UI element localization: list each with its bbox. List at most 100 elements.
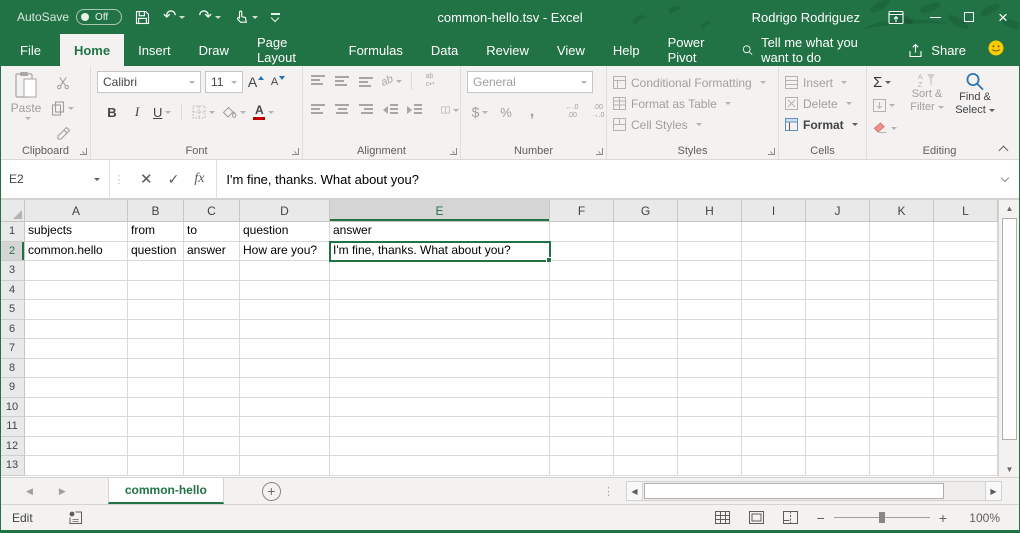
- cell-F5[interactable]: [550, 300, 614, 320]
- cell-L3[interactable]: [934, 261, 998, 281]
- align-right-button[interactable]: [357, 100, 375, 120]
- cell-C6[interactable]: [184, 320, 240, 340]
- cell-C9[interactable]: [184, 378, 240, 398]
- column-header-F[interactable]: F: [550, 200, 614, 222]
- cell-K7[interactable]: [870, 339, 934, 359]
- cell-B10[interactable]: [128, 398, 184, 418]
- merge-dropdown-arrow[interactable]: [453, 109, 459, 112]
- autosave-toggle[interactable]: Off: [76, 9, 122, 25]
- cell-H6[interactable]: [678, 320, 742, 340]
- cell-J8[interactable]: [806, 359, 870, 379]
- cell-J12[interactable]: [806, 437, 870, 457]
- macro-recording-button[interactable]: [69, 511, 82, 524]
- cell-F6[interactable]: [550, 320, 614, 340]
- format-cells-button[interactable]: Format: [785, 114, 862, 135]
- formula-input[interactable]: I'm fine, thanks. What about you?: [217, 160, 990, 198]
- row-header-5[interactable]: 5: [0, 300, 25, 320]
- page-break-preview-button[interactable]: [783, 511, 798, 524]
- autosum-button[interactable]: Σ: [873, 72, 897, 92]
- previous-sheet-arrow[interactable]: ◀: [26, 486, 33, 497]
- expand-formula-bar-button[interactable]: [990, 160, 1020, 198]
- maximize-button[interactable]: [952, 0, 986, 34]
- cell-A7[interactable]: [25, 339, 128, 359]
- cell-L11[interactable]: [934, 417, 998, 437]
- cell-K12[interactable]: [870, 437, 934, 457]
- column-header-G[interactable]: G: [614, 200, 678, 222]
- cell-G12[interactable]: [614, 437, 678, 457]
- zoom-slider[interactable]: [834, 517, 930, 518]
- row-header-9[interactable]: 9: [0, 378, 25, 398]
- orientation-button[interactable]: ab: [381, 71, 402, 91]
- cell-B1[interactable]: from: [128, 222, 184, 242]
- font-dialog-launcher[interactable]: [291, 147, 299, 155]
- scroll-down-arrow[interactable]: ▼: [999, 461, 1020, 477]
- decrease-indent-button[interactable]: [381, 100, 399, 120]
- tab-help[interactable]: Help: [599, 34, 654, 66]
- font-color-dropdown-arrow[interactable]: [268, 111, 274, 114]
- cut-button[interactable]: [51, 73, 74, 93]
- row-header-11[interactable]: 11: [0, 417, 25, 437]
- new-sheet-button[interactable]: +: [262, 482, 281, 501]
- cell-G10[interactable]: [614, 398, 678, 418]
- cell-E8[interactable]: [330, 359, 550, 379]
- cell-F10[interactable]: [550, 398, 614, 418]
- cell-styles-button[interactable]: Cell Styles: [613, 114, 774, 135]
- wrap-text-button[interactable]: abc↵: [421, 71, 439, 91]
- number-dialog-launcher[interactable]: [595, 147, 603, 155]
- tab-view[interactable]: View: [543, 34, 599, 66]
- cell-J11[interactable]: [806, 417, 870, 437]
- cell-L4[interactable]: [934, 281, 998, 301]
- cell-F9[interactable]: [550, 378, 614, 398]
- cell-K4[interactable]: [870, 281, 934, 301]
- cell-A12[interactable]: [25, 437, 128, 457]
- row-header-8[interactable]: 8: [0, 359, 25, 379]
- tab-power-pivot[interactable]: Power Pivot: [654, 34, 743, 66]
- select-all-button[interactable]: [0, 200, 25, 222]
- cell-A10[interactable]: [25, 398, 128, 418]
- cell-G9[interactable]: [614, 378, 678, 398]
- redo-dropdown-arrow[interactable]: [215, 16, 221, 19]
- cell-J1[interactable]: [806, 222, 870, 242]
- decrease-decimal-button[interactable]: .00→.0: [589, 102, 607, 122]
- orientation-dropdown-arrow[interactable]: [396, 80, 402, 83]
- cell-D7[interactable]: [240, 339, 330, 359]
- cell-E13[interactable]: [330, 456, 550, 476]
- column-header-H[interactable]: H: [678, 200, 742, 222]
- cell-A1[interactable]: subjects: [25, 222, 128, 242]
- next-sheet-arrow[interactable]: ▶: [59, 486, 66, 497]
- cell-K10[interactable]: [870, 398, 934, 418]
- cell-H12[interactable]: [678, 437, 742, 457]
- underline-button[interactable]: U: [153, 102, 171, 122]
- cell-B8[interactable]: [128, 359, 184, 379]
- row-header-10[interactable]: 10: [0, 398, 25, 418]
- cell-K9[interactable]: [870, 378, 934, 398]
- cell-L5[interactable]: [934, 300, 998, 320]
- insert-function-button[interactable]: fx: [194, 171, 204, 187]
- conditional-formatting-button[interactable]: Conditional Formatting: [613, 72, 774, 93]
- format-painter-button[interactable]: [51, 123, 74, 143]
- cell-C4[interactable]: [184, 281, 240, 301]
- cell-E4[interactable]: [330, 281, 550, 301]
- undo-dropdown-arrow[interactable]: [179, 16, 185, 19]
- cell-G3[interactable]: [614, 261, 678, 281]
- undo-button[interactable]: ↶: [163, 9, 185, 25]
- cell-F3[interactable]: [550, 261, 614, 281]
- cell-K2[interactable]: [870, 242, 934, 262]
- cell-E12[interactable]: [330, 437, 550, 457]
- alignment-dialog-launcher[interactable]: [449, 147, 457, 155]
- cell-F12[interactable]: [550, 437, 614, 457]
- cell-G4[interactable]: [614, 281, 678, 301]
- cell-E2[interactable]: I'm fine, thanks. What about you?: [330, 242, 550, 262]
- cell-I9[interactable]: [742, 378, 806, 398]
- name-box-dropdown-arrow[interactable]: [94, 178, 100, 181]
- column-header-B[interactable]: B: [128, 200, 184, 222]
- tell-me-box[interactable]: Tell me what you want to do: [742, 35, 886, 65]
- redo-button[interactable]: ↷: [198, 9, 220, 25]
- cell-F2[interactable]: [550, 242, 614, 262]
- paste-button[interactable]: Paste: [7, 71, 45, 143]
- cell-H5[interactable]: [678, 300, 742, 320]
- cell-I12[interactable]: [742, 437, 806, 457]
- merge-center-button[interactable]: [441, 100, 459, 120]
- cell-I11[interactable]: [742, 417, 806, 437]
- normal-view-button[interactable]: [715, 511, 730, 524]
